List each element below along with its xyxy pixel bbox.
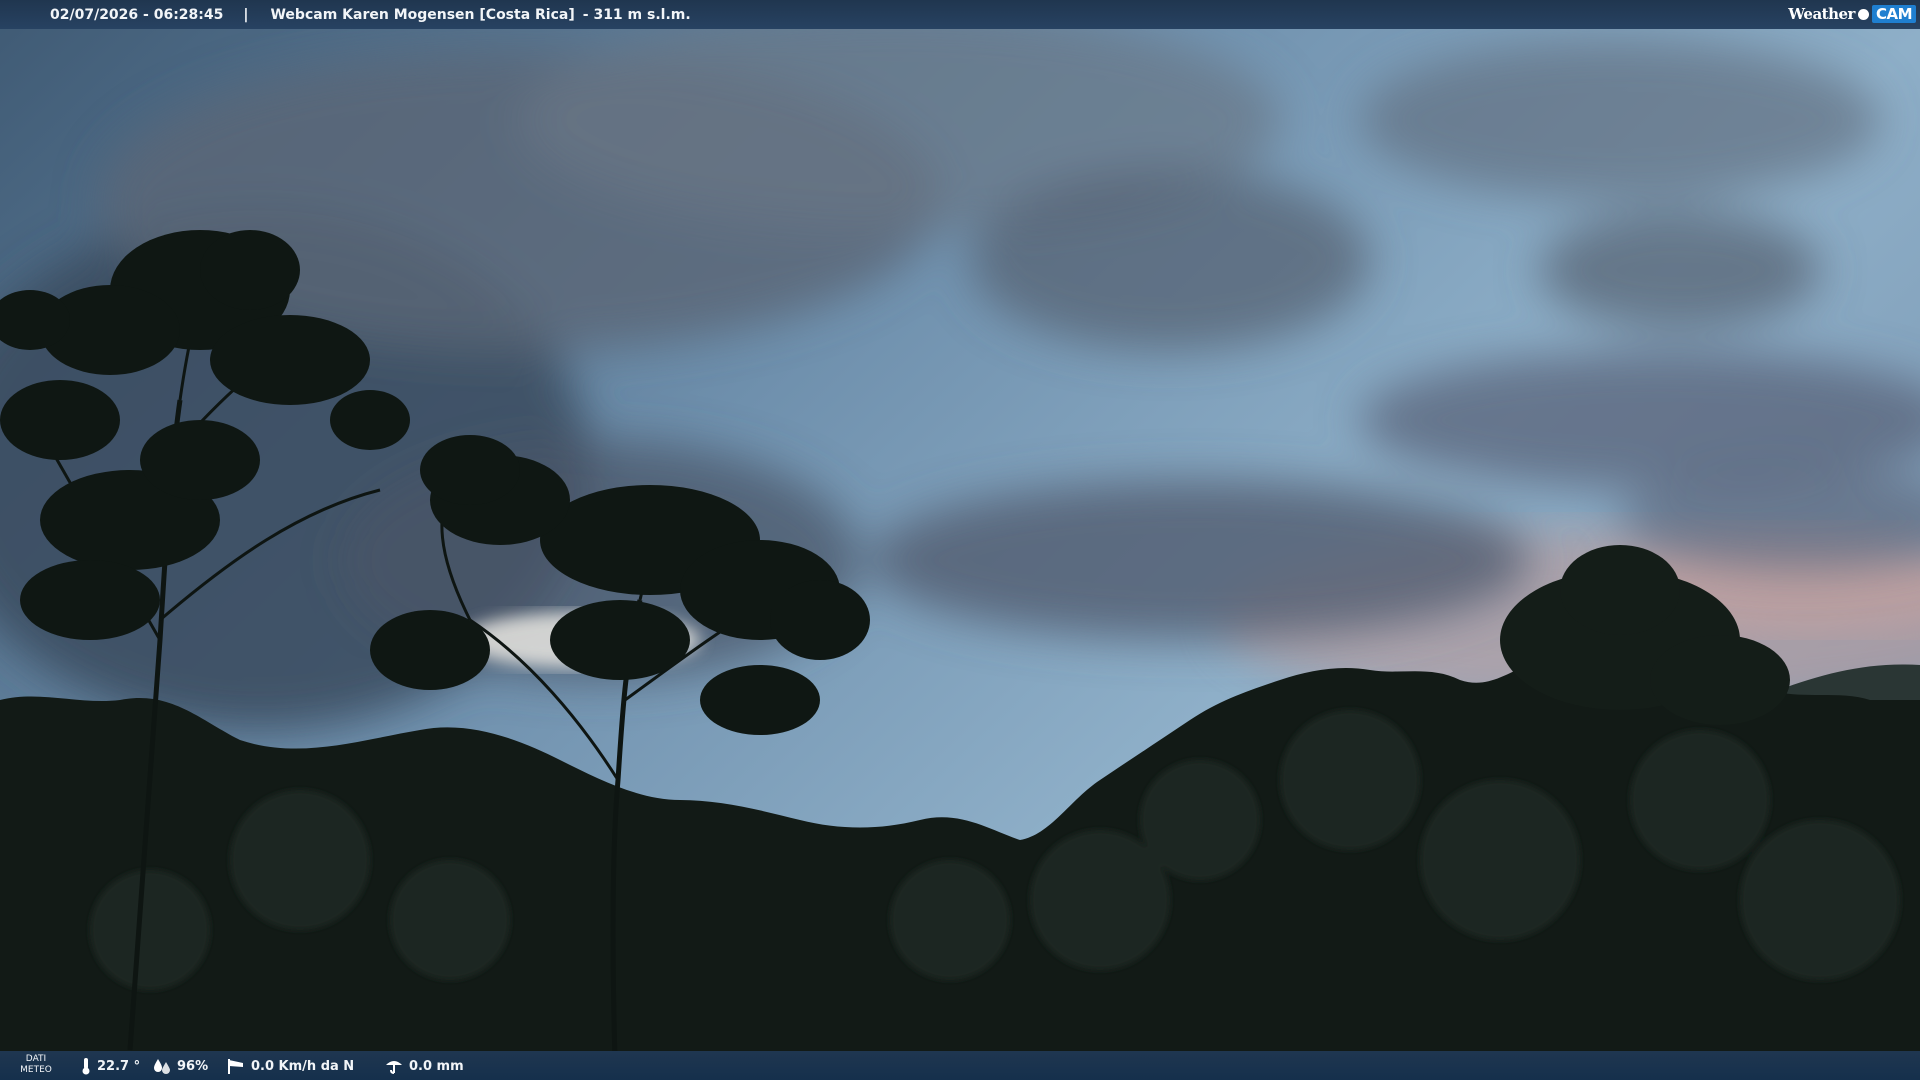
top-info-bar: 02/07/2026 - 06:28:45 | Webcam Karen Mog…	[0, 0, 1920, 29]
wind-sock-icon	[228, 1059, 243, 1074]
rain-value: 0.0 mm	[409, 1058, 464, 1074]
webcam-scene	[0, 0, 1920, 1080]
weathercam-logo-icon: Weather CAM	[1788, 3, 1916, 25]
location-title: Webcam Karen Mogensen [Costa Rica]	[270, 6, 575, 23]
datetime: 02/07/2026 - 06:28:45	[50, 6, 224, 23]
brand-cam: CAM	[1871, 5, 1916, 23]
temperature-reading: 22.7 °	[80, 1057, 140, 1075]
brand-dot-icon	[1857, 8, 1869, 20]
altitude: - 311 m s.l.m.	[582, 6, 691, 23]
wind-reading: 0.0 Km/h da N	[226, 1057, 354, 1075]
thermometer-icon	[82, 1058, 90, 1075]
weather-data-label: DATI METEO	[20, 1054, 52, 1075]
wind-value: 0.0 Km/h da N	[251, 1058, 355, 1074]
humidity-value: 96%	[177, 1058, 209, 1074]
weather-data-bar: DATI METEO 22.7 ° 96% 0.0 Km/h da N 0.0 …	[0, 1051, 1920, 1080]
rain-reading: 0.0 mm	[384, 1057, 464, 1075]
brand-text: Weather	[1788, 5, 1855, 23]
humidity-reading: 96%	[152, 1057, 208, 1075]
rain-gauge-icon	[386, 1061, 402, 1074]
temperature-value: 22.7 °	[97, 1058, 141, 1074]
separator: |	[243, 6, 249, 23]
humidity-drops-icon	[154, 1059, 170, 1074]
